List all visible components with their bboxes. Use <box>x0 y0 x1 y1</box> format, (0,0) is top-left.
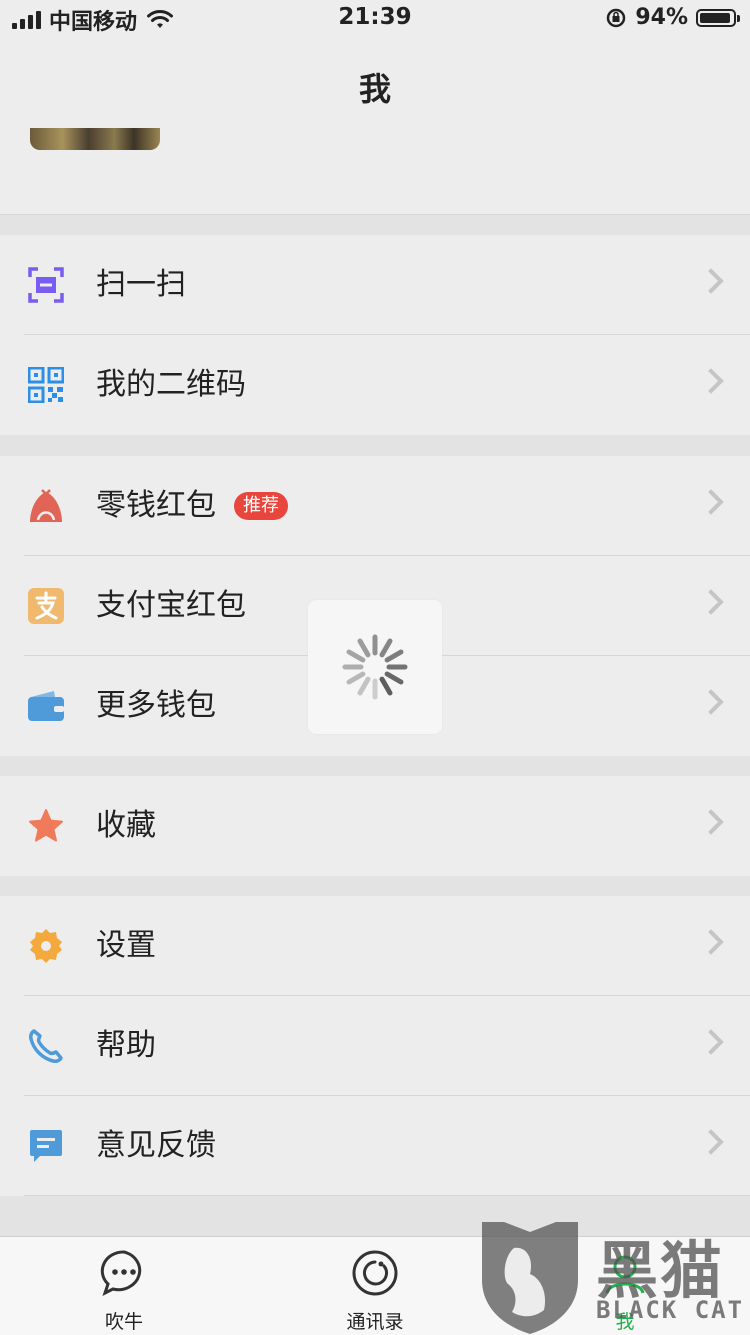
menu-group-favorites: 收藏 <box>0 776 750 876</box>
battery-icon <box>696 8 740 27</box>
menu-item-label: 意见反馈 <box>96 1128 216 1163</box>
loading-indicator <box>308 600 442 734</box>
star-icon <box>29 809 63 842</box>
menu-item-help[interactable]: 帮助 <box>0 996 750 1096</box>
menu-item-label: 零钱红包 <box>96 488 216 523</box>
rotation-lock-icon <box>607 8 626 27</box>
spinner-spoke <box>346 671 366 685</box>
page-title: 我 <box>358 70 391 108</box>
chevron-right-icon <box>698 268 724 294</box>
tab-chat[interactable]: 吹牛 <box>54 1249 194 1334</box>
menu-item-qrcode[interactable]: 我的二维码 <box>0 335 750 435</box>
menu-item-favorites[interactable]: 收藏 <box>0 776 750 876</box>
chevron-right-icon <box>698 689 724 715</box>
watermark-subtext: BLACK CAT <box>596 1296 745 1324</box>
spinner-spoke <box>384 671 404 685</box>
spinner-spoke <box>379 676 393 696</box>
tab-label: 吹牛 <box>104 1311 143 1333</box>
menu-item-label: 设置 <box>96 928 156 963</box>
phone-icon <box>29 1029 63 1063</box>
spinner-spoke <box>384 649 404 663</box>
gear-icon <box>30 929 62 963</box>
wallet-icon <box>28 691 64 721</box>
menu-group-scan: 扫一扫 我的二维码 <box>0 235 750 435</box>
menu-item-settings[interactable]: 设置 <box>0 896 750 996</box>
tab-contacts[interactable]: 通讯录 <box>305 1249 445 1334</box>
spinner-spoke <box>379 638 393 658</box>
status-bar: 中国移动 21:39 94% <box>0 0 750 40</box>
menu-item-label: 支付宝红包 <box>96 588 246 623</box>
nav-bar: 我 <box>0 40 750 128</box>
menu-item-label: 更多钱包 <box>96 688 216 723</box>
tab-label: 通讯录 <box>346 1311 404 1333</box>
chevron-right-icon <box>698 489 724 515</box>
menu-group-settings: 设置 帮助 意见反馈 <box>0 896 750 1196</box>
menu-item-label: 扫一扫 <box>96 267 186 302</box>
red-packet-icon <box>30 489 62 522</box>
profile-header[interactable] <box>0 128 750 215</box>
spinner-spoke <box>357 638 371 658</box>
menu-item-red-packet[interactable]: 零钱红包 推荐 <box>0 456 750 556</box>
alipay-icon <box>28 588 64 624</box>
spinner-spoke <box>357 676 371 696</box>
contacts-icon <box>352 1250 398 1296</box>
qrcode-icon <box>28 367 64 403</box>
menu-item-label: 帮助 <box>96 1028 156 1063</box>
chat-bubble-icon <box>100 1250 142 1296</box>
chevron-right-icon <box>698 809 724 835</box>
chevron-right-icon <box>698 1029 724 1055</box>
recommend-badge: 推荐 <box>234 492 288 520</box>
feedback-icon <box>30 1130 62 1162</box>
chevron-right-icon <box>698 589 724 615</box>
menu-item-feedback[interactable]: 意见反馈 <box>0 1096 750 1196</box>
battery-percent: 94% <box>635 5 688 30</box>
avatar[interactable] <box>30 128 160 150</box>
menu-item-scan[interactable]: 扫一扫 <box>0 235 750 335</box>
chevron-right-icon <box>698 1129 724 1155</box>
chevron-right-icon <box>698 929 724 955</box>
chevron-right-icon <box>698 368 724 394</box>
menu-item-label: 我的二维码 <box>96 367 246 402</box>
scan-icon <box>28 267 64 303</box>
menu-item-label: 收藏 <box>96 808 156 843</box>
spinner-icon <box>342 634 408 700</box>
cat-shield-logo <box>482 1222 578 1334</box>
blackcat-watermark: 黑猫 BLACK CAT <box>478 1218 750 1334</box>
spinner-spoke <box>346 649 366 663</box>
